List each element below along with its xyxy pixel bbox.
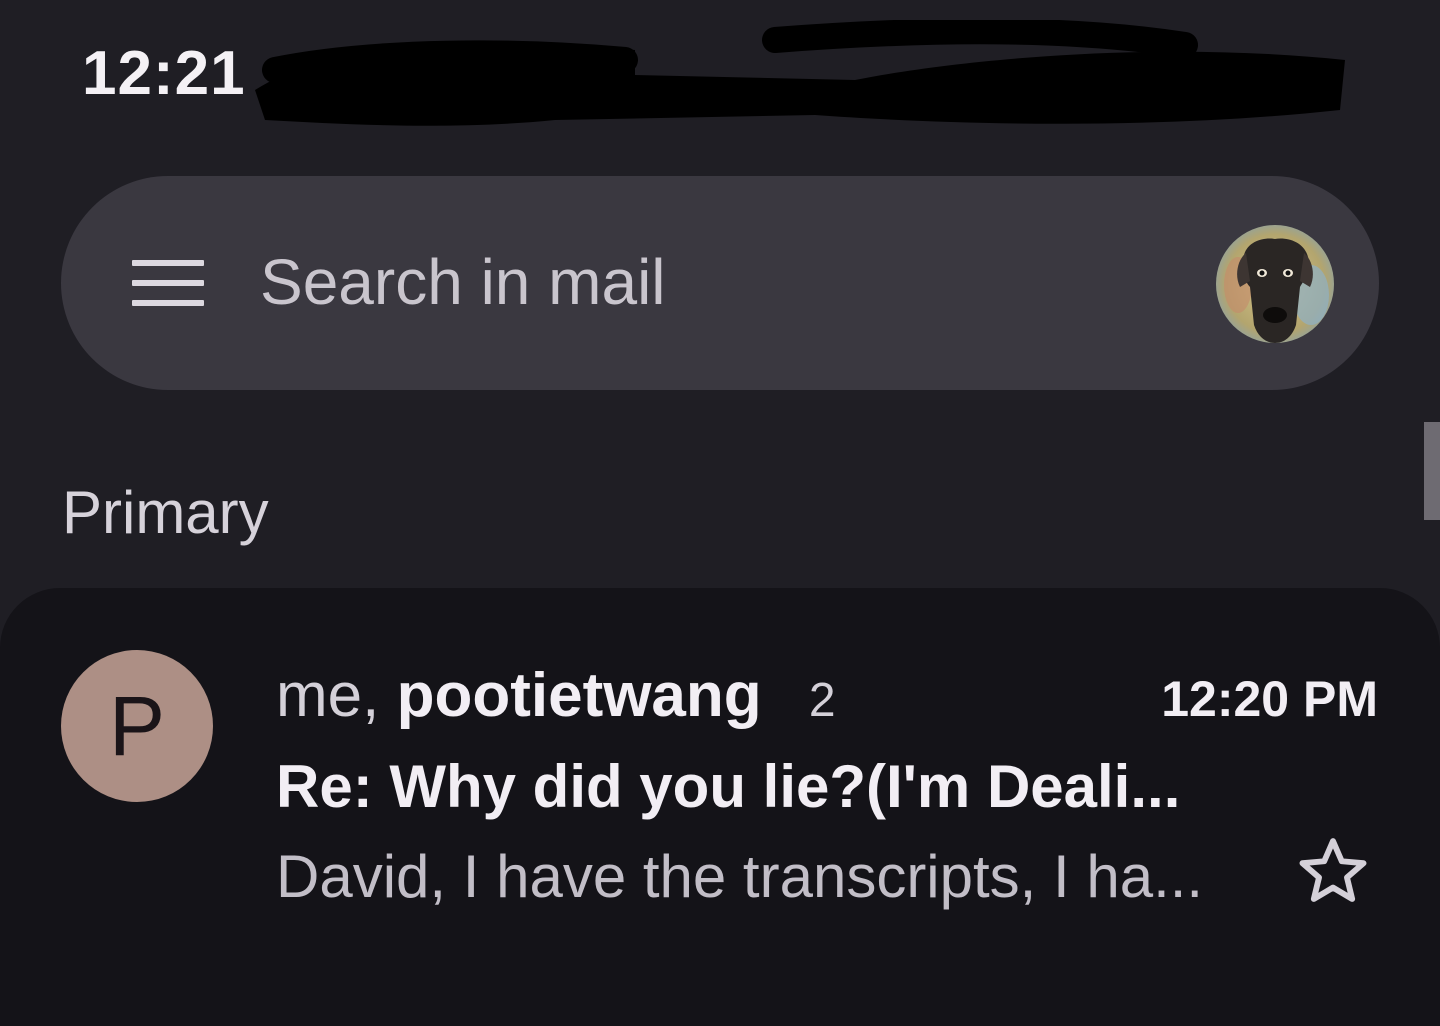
redaction-scribble (255, 20, 1345, 126)
hamburger-menu-icon[interactable] (132, 260, 204, 306)
sender-avatar-letter: P (108, 678, 166, 773)
profile-avatar[interactable] (1216, 225, 1334, 343)
email-snippet: David, I have the transcripts, I ha... (276, 843, 1204, 910)
email-time: 12:20 PM (1161, 671, 1378, 727)
star-icon[interactable] (1294, 832, 1372, 910)
sender-line: me, pootietwang 2 (276, 660, 836, 731)
search-input[interactable]: Search in mail (260, 245, 666, 319)
thread-count: 2 (808, 674, 836, 727)
sender-avatar[interactable]: P (61, 650, 213, 802)
status-time: 12:21 (82, 39, 246, 108)
status-bar: 12:21 (0, 0, 1440, 130)
sender-prefix: me, (276, 661, 380, 730)
search-bar[interactable] (61, 176, 1379, 390)
scrollbar[interactable] (1424, 422, 1440, 520)
email-subject: Re: Why did you lie?(I'm Deali... (276, 753, 1181, 820)
sender-name: pootietwang (396, 661, 762, 730)
category-label-primary: Primary (62, 479, 269, 546)
